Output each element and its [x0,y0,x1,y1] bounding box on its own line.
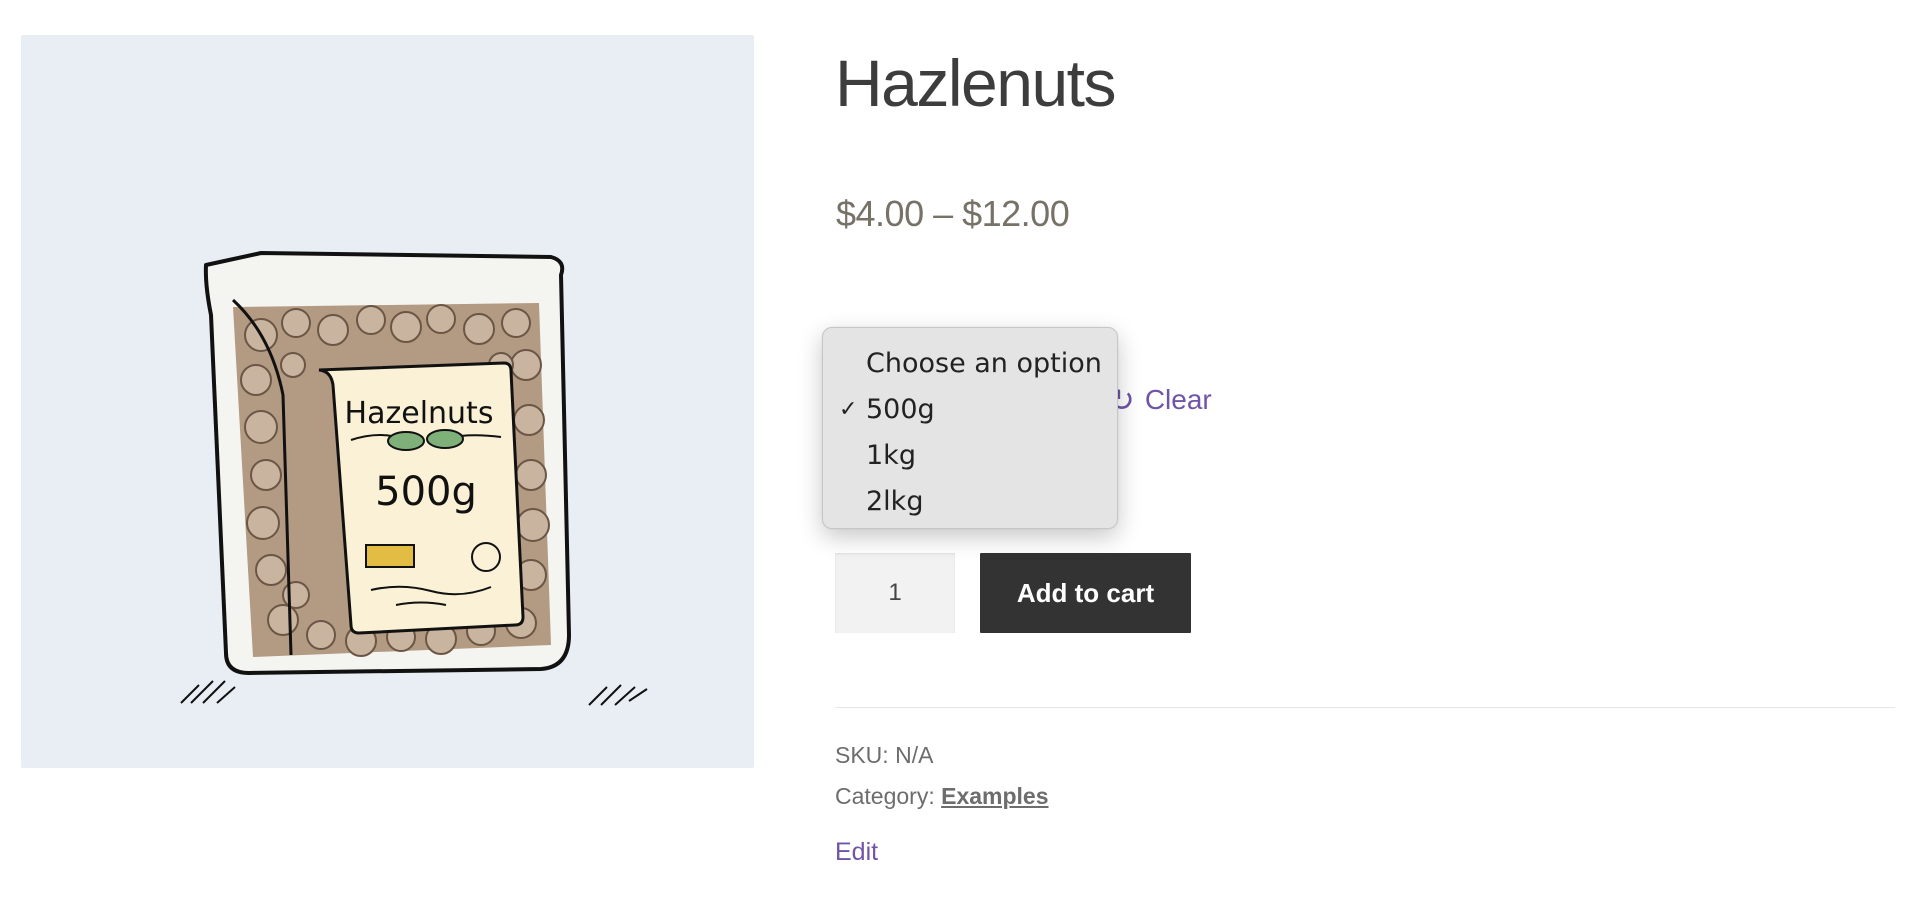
hazelnut-bag-illustration: Hazelnuts 500g [180,251,648,706]
dropdown-option-500g[interactable]: ✓ 500g [823,387,1117,433]
category-link[interactable]: Examples [941,783,1048,809]
divider [835,707,1895,708]
checkmark-icon: ✓ [839,397,858,422]
quantity-input[interactable] [835,553,955,633]
dropdown-option-1kg[interactable]: 1kg [823,433,1117,479]
weight-dropdown-menu[interactable]: Choose an option ✓ 500g 1kg 2lkg [822,327,1118,529]
product-title: Hazlenuts [835,46,1117,120]
category-label: Category: [835,783,935,809]
product-page: Hazelnuts 500g Hazlenuts $4.00 – $12.00 … [0,0,1920,913]
edit-link[interactable]: Edit [835,838,878,867]
product-price: $4.00 – $12.00 [836,193,1070,234]
product-image[interactable]: Hazelnuts 500g [21,35,754,768]
option-label: 1kg [866,440,916,471]
sku-value: N/A [895,742,934,768]
category-row: Category: Examples [835,776,1049,817]
svg-text:Hazelnuts: Hazelnuts [345,396,494,431]
dropdown-option-choose[interactable]: Choose an option [823,341,1117,387]
product-meta: SKU: N/A Category: Examples [835,735,1049,817]
option-label: Choose an option [866,348,1102,379]
option-label: 2lkg [866,486,924,517]
clear-variations-link[interactable]: ↻ Clear [1108,378,1212,422]
option-label: 500g [866,394,935,425]
sku-row: SKU: N/A [835,735,1049,776]
dropdown-option-2lkg[interactable]: 2lkg [823,479,1117,525]
clear-label: Clear [1144,384,1212,415]
sku-label: SKU: [835,742,889,768]
add-to-cart-button[interactable]: Add to cart [980,553,1191,633]
svg-text:500g: 500g [375,469,477,515]
